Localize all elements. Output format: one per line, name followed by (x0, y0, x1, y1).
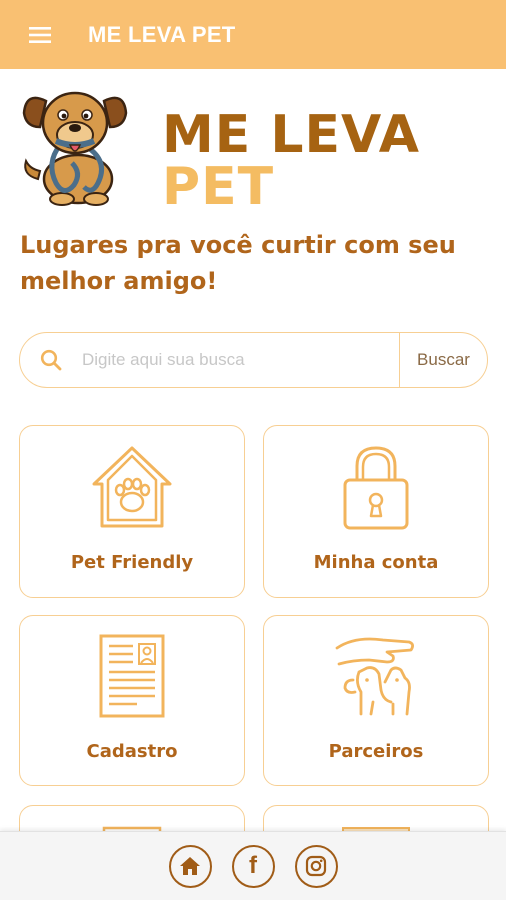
hamburger-menu-icon (29, 26, 51, 43)
dog-mascot-logo (22, 91, 128, 206)
card-parceiros[interactable]: Parceiros (263, 615, 489, 786)
hand-petting-dog-icon (335, 637, 414, 716)
pet-house-icon (92, 446, 172, 528)
card-label: Parceiros (328, 741, 424, 762)
logo-word-primary: ME LEVA (162, 105, 420, 165)
logo-word-accent: PET (162, 157, 275, 217)
card-label: Cadastro (86, 741, 178, 762)
card-partial-right[interactable] (263, 805, 489, 831)
tagline: Lugares pra você curtir com seu melhor a… (20, 231, 456, 295)
home-button[interactable] (168, 844, 212, 888)
card-pet-friendly[interactable]: Pet Friendly (19, 425, 245, 598)
bottom-navigation: f (0, 831, 506, 900)
app-bar: ME LEVA PET (0, 0, 506, 69)
main-content: ME LEVA PET Lugares pra você curtir com … (0, 69, 506, 831)
card-partial-left[interactable] (19, 805, 245, 831)
instagram-icon (305, 855, 327, 877)
search-bar: Buscar (19, 332, 488, 388)
instagram-button[interactable] (294, 844, 338, 888)
search-icon-wrap[interactable] (20, 349, 82, 371)
card-label: Pet Friendly (70, 552, 194, 573)
brand-header: ME LEVA PET (0, 69, 506, 219)
card-cadastro[interactable]: Cadastro (19, 615, 245, 786)
menu-button[interactable] (0, 0, 80, 69)
home-icon (180, 857, 200, 875)
registration-form-icon (99, 634, 165, 718)
app-title: ME LEVA PET (88, 21, 236, 47)
search-input[interactable] (82, 333, 399, 387)
card-minha-conta[interactable]: Minha conta (263, 425, 489, 598)
search-icon (40, 349, 62, 371)
search-button[interactable]: Buscar (399, 333, 487, 387)
facebook-icon: f (249, 852, 257, 879)
brand-logo-text: ME LEVA PET (162, 109, 506, 213)
card-label: Minha conta (313, 552, 439, 573)
facebook-button[interactable]: f (231, 844, 275, 888)
lock-icon (343, 446, 409, 530)
